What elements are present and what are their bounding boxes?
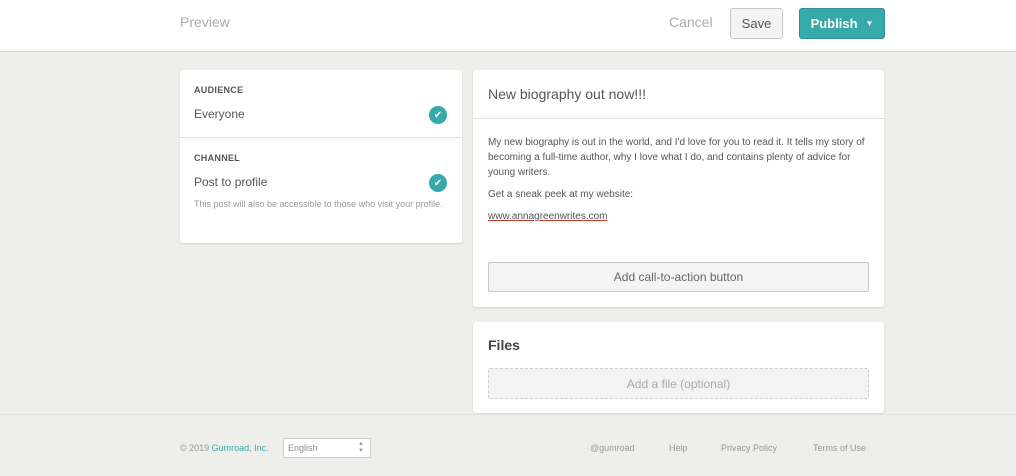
gumroad-link[interactable]: Gumroad, Inc. [212,443,269,453]
copyright: © 2019 Gumroad, Inc. [180,443,269,453]
files-card: Files Add a file (optional) [473,322,884,413]
add-file-dropzone[interactable]: Add a file (optional) [488,368,869,399]
select-arrows-icon: ▲ ▼ [358,441,364,454]
post-link[interactable]: www.annagreenwrites.com [488,211,608,222]
channel-heading: CHANNEL [194,153,241,163]
language-select[interactable]: English ▲ ▼ [283,438,371,458]
cancel-button[interactable]: Cancel [669,14,713,30]
channel-option-profile[interactable]: Post to profile [194,175,267,189]
divider [180,137,462,138]
publish-button[interactable]: Publish ▼ [799,8,885,39]
add-cta-button[interactable]: Add call-to-action button [488,262,869,292]
post-title-input[interactable]: New biography out now!!! [488,86,646,102]
footer-divider [0,414,1016,415]
save-button[interactable]: Save [730,8,783,39]
footer-link-help[interactable]: Help [669,443,688,453]
post-body-editor[interactable]: My new biography is out in the world, an… [488,135,873,231]
publish-label: Publish [810,16,858,31]
check-icon[interactable]: ✔ [429,174,447,192]
post-paragraph: Get a sneak peek at my website: [488,189,634,200]
post-paragraph: My new biography is out in the world, an… [488,137,865,178]
copyright-text: © 2019 [180,443,212,453]
language-value: English [288,443,318,453]
audience-card: AUDIENCE Everyone ✔ CHANNEL Post to prof… [180,70,462,243]
post-card: New biography out now!!! My new biograph… [473,70,884,307]
preview-link[interactable]: Preview [180,14,230,30]
check-icon[interactable]: ✔ [429,106,447,124]
files-heading: Files [488,337,520,353]
channel-help-text: This post will also be accessible to tho… [194,199,443,209]
top-bar: Preview Cancel Save Publish ▼ [0,0,1016,52]
footer-link-terms[interactable]: Terms of Use [813,443,866,453]
audience-heading: AUDIENCE [194,85,244,95]
chevron-down-icon[interactable]: ▼ [866,19,874,28]
footer-link-privacy[interactable]: Privacy Policy [721,443,777,453]
divider [473,118,884,119]
audience-option-everyone[interactable]: Everyone [194,107,245,121]
footer-link-gumroad[interactable]: @gumroad [590,443,635,453]
